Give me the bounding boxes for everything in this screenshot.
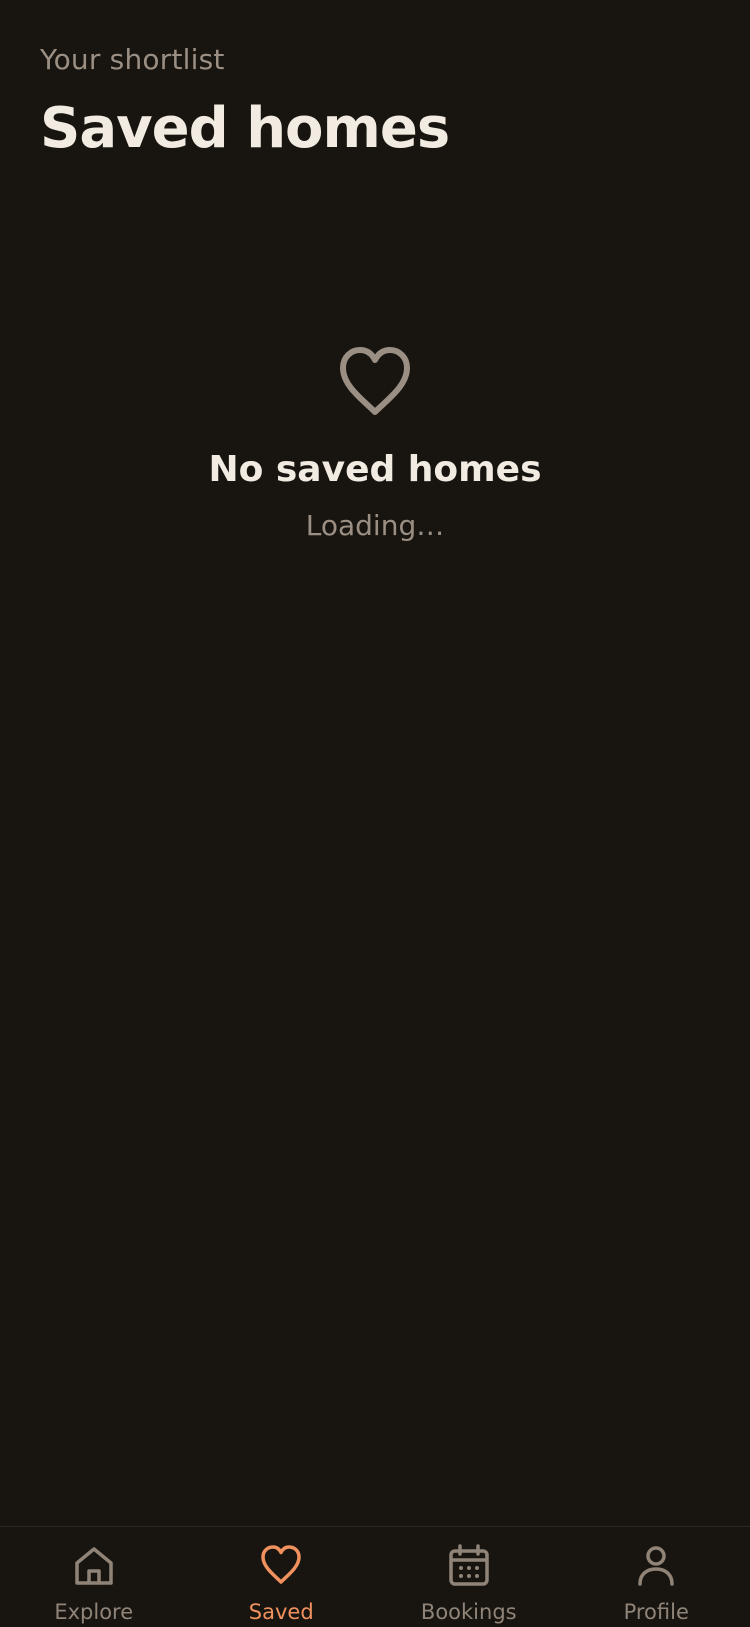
heart-icon xyxy=(258,1543,304,1589)
page-eyebrow: Your shortlist xyxy=(40,40,710,80)
page-header: Your shortlist Saved homes xyxy=(40,40,710,164)
bottom-tab-bar: Explore Saved Bookings xyxy=(0,1526,750,1625)
home-icon xyxy=(71,1543,117,1589)
tab-label: Saved xyxy=(188,1597,376,1627)
tab-bookings[interactable]: Bookings xyxy=(375,1527,563,1625)
tab-label: Profile xyxy=(563,1597,750,1627)
empty-state: No saved homes Loading… xyxy=(0,344,750,544)
heart-outline-icon xyxy=(335,344,415,420)
tab-explore[interactable]: Explore xyxy=(0,1527,188,1625)
tab-label: Bookings xyxy=(375,1597,563,1627)
page-title: Saved homes xyxy=(40,94,710,164)
calendar-icon xyxy=(446,1543,492,1589)
tab-label: Explore xyxy=(0,1597,188,1627)
loading-status: Loading… xyxy=(0,508,750,544)
empty-state-title: No saved homes xyxy=(0,446,750,494)
tab-profile[interactable]: Profile xyxy=(563,1527,750,1625)
person-icon xyxy=(633,1543,679,1589)
tab-saved[interactable]: Saved xyxy=(188,1527,376,1625)
